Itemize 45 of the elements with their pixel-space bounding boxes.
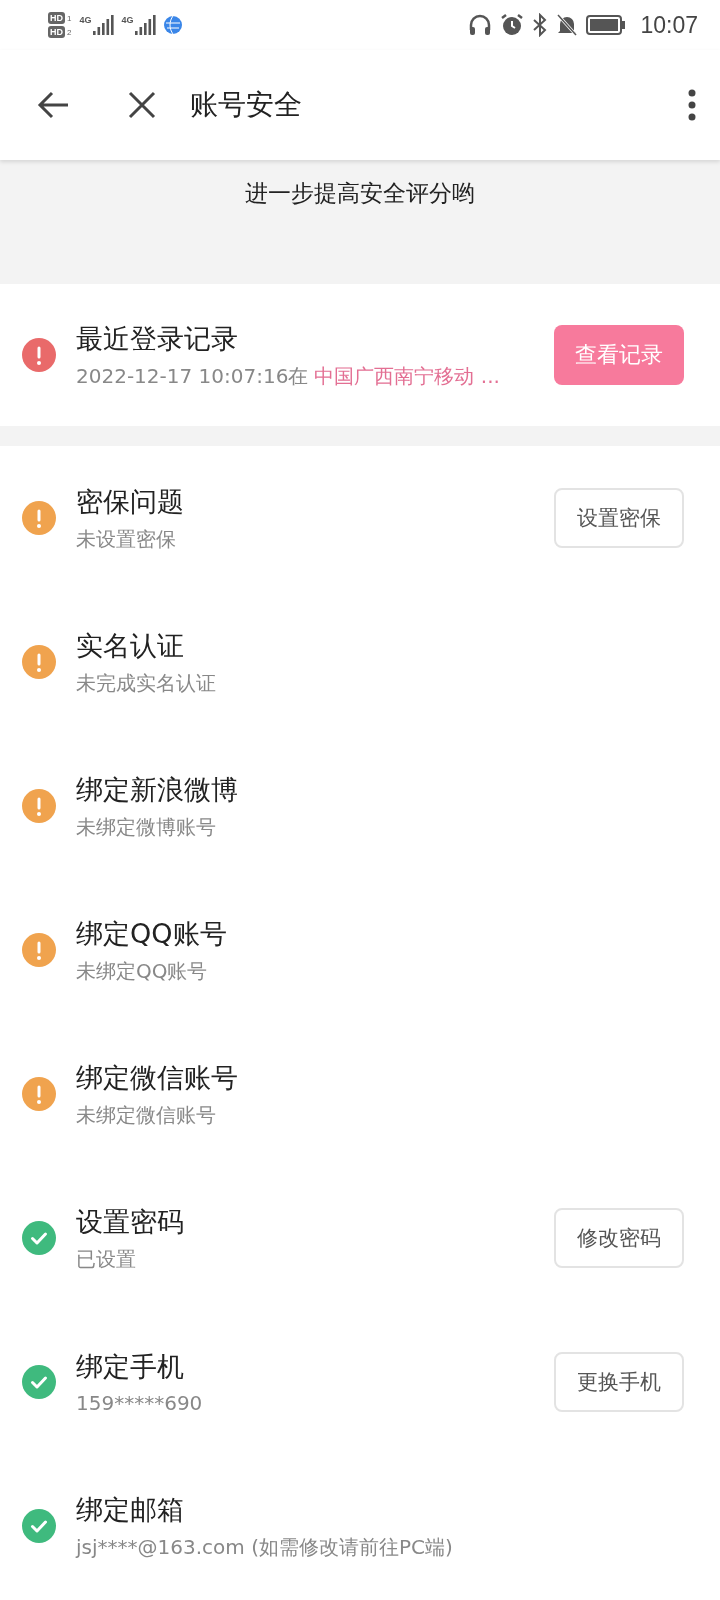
signal-icon xyxy=(93,15,116,35)
globe-icon xyxy=(163,15,184,35)
action-button[interactable]: 更换手机 xyxy=(554,1352,684,1412)
sim-slot: 2 xyxy=(67,27,72,37)
hd-badge: HD xyxy=(48,26,65,38)
network-type: 4G xyxy=(121,15,134,25)
security-summary: 进一步提高安全评分哟 xyxy=(245,179,475,208)
item-subtitle: 未绑定微博账号 xyxy=(76,813,217,841)
action-button[interactable]: 设置密保 xyxy=(554,488,684,548)
item-subtitle: 159*****690 xyxy=(76,1391,204,1415)
item-subtitle: 未绑定微信账号 xyxy=(76,1101,217,1129)
network-type: 4G xyxy=(79,15,92,25)
item-subtitle: jsj****@163.com (如需修改请前往PC端) xyxy=(76,1533,454,1561)
battery-icon xyxy=(586,14,627,36)
item-title: 绑定新浪微博 xyxy=(76,772,239,807)
action-button[interactable]: 修改密码 xyxy=(554,1208,684,1268)
item-title: 绑定手机 xyxy=(76,1350,185,1384)
item-title: 最近登录记录 xyxy=(76,321,239,356)
back-arrow-icon xyxy=(36,90,70,120)
sim-slot: 1 xyxy=(67,13,72,23)
clock-time: 10:07 xyxy=(640,11,698,39)
item-subtitle: 未完成实名认证 xyxy=(76,669,217,697)
item-title: 设置密码 xyxy=(76,1204,185,1239)
item-title: 密保问题 xyxy=(76,484,185,519)
alarm-icon xyxy=(500,13,525,37)
headphones-icon xyxy=(468,14,493,36)
item-title: 绑定QQ账号 xyxy=(76,916,228,951)
more-icon xyxy=(688,89,696,121)
page-title: 账号安全 xyxy=(190,87,303,123)
bluetooth-icon xyxy=(532,13,549,37)
item-subtitle: 未设置密保 xyxy=(76,525,177,553)
more-button[interactable] xyxy=(688,89,696,121)
muted-bell-icon xyxy=(556,13,579,37)
item-subtitle: 已设置 xyxy=(76,1245,137,1273)
close-icon xyxy=(128,91,156,119)
item-title: 绑定邮箱 xyxy=(76,1492,185,1527)
item-subtitle: 未绑定QQ账号 xyxy=(76,957,209,985)
hd-badge: HD xyxy=(48,12,65,24)
back-button[interactable] xyxy=(36,90,70,120)
close-button[interactable] xyxy=(128,91,156,119)
login-time: 2022-12-17 10:07:16在 xyxy=(76,362,309,390)
item-title: 绑定微信账号 xyxy=(76,1060,239,1095)
login-location: 中国广西南宁移动 ... xyxy=(314,362,500,390)
signal-icon xyxy=(135,15,158,35)
item-title: 实名认证 xyxy=(76,628,185,663)
